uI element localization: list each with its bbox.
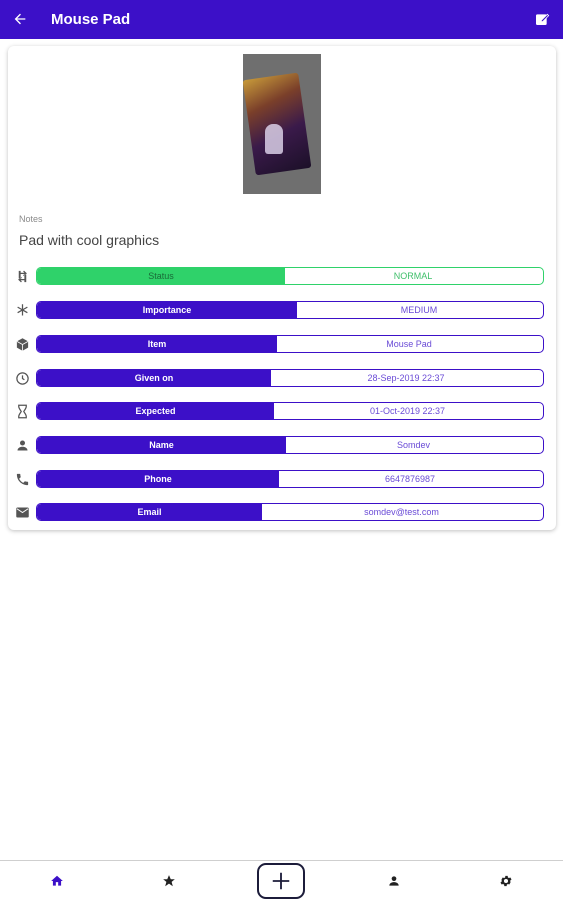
phone-label: Phone [37,471,279,487]
notes-text: Pad with cool graphics [19,232,160,248]
phone-value: 6647876987 [384,474,436,484]
person-nav-icon[interactable] [386,873,402,889]
expected-row: Expected 01-Oct-2019 22:37 [8,400,556,422]
notes-label: Notes [19,214,43,224]
photo-figure [265,124,283,154]
status-value: NORMAL [393,271,433,281]
email-pill: Email somdev@test.com [36,503,544,521]
item-value: Mouse Pad [386,339,432,349]
settings-icon[interactable] [498,873,514,889]
name-label: Name [37,437,286,453]
importance-pill: Importance MEDIUM [36,301,544,319]
given-on-pill: Given on 28-Sep-2019 22:37 [36,369,544,387]
arrow-left-icon[interactable] [10,9,30,29]
expected-pill: Expected 01-Oct-2019 22:37 [36,402,544,420]
email-value: somdev@test.com [364,507,439,517]
importance-value: MEDIUM [400,305,438,315]
item-detail-card: Notes Pad with cool graphics Status NORM… [8,46,556,530]
app-bar: Mouse Pad [0,0,563,39]
expected-value: 01-Oct-2019 22:37 [369,406,446,416]
given-on-label: Given on [37,370,271,386]
name-pill: Name Somdev [36,436,544,454]
phone-icon [13,470,31,488]
email-label: Email [37,504,262,520]
phone-row: Phone 6647876987 [8,468,556,490]
name-value: Somdev [396,440,431,450]
given-on-value: 28-Sep-2019 22:37 [367,373,445,383]
mail-icon [13,503,31,521]
importance-row: Importance MEDIUM [8,299,556,321]
phone-pill: Phone 6647876987 [36,470,544,488]
status-pill: Status NORMAL [36,267,544,285]
person-icon [13,436,31,454]
star-icon[interactable] [161,873,177,889]
item-pill: Item Mouse Pad [36,335,544,353]
add-icon [272,872,290,890]
add-button[interactable] [257,863,305,899]
status-label: Status [37,268,285,284]
home-icon[interactable] [49,873,65,889]
clock-icon [13,369,31,387]
item-photo[interactable] [243,54,321,194]
importance-label: Importance [37,302,297,318]
bottom-navigation [0,860,563,900]
sync-icon [13,267,31,285]
page-title: Mouse Pad [51,11,131,28]
email-row: Email somdev@test.com [8,501,556,523]
asterisk-icon [13,301,31,319]
item-label: Item [37,336,277,352]
expected-label: Expected [37,403,274,419]
cube-icon [13,335,31,353]
hourglass-icon [13,402,31,420]
status-row: Status NORMAL [8,265,556,287]
given-on-row: Given on 28-Sep-2019 22:37 [8,367,556,389]
name-row: Name Somdev [8,434,556,456]
edit-icon[interactable] [533,10,551,28]
item-row: Item Mouse Pad [8,333,556,355]
